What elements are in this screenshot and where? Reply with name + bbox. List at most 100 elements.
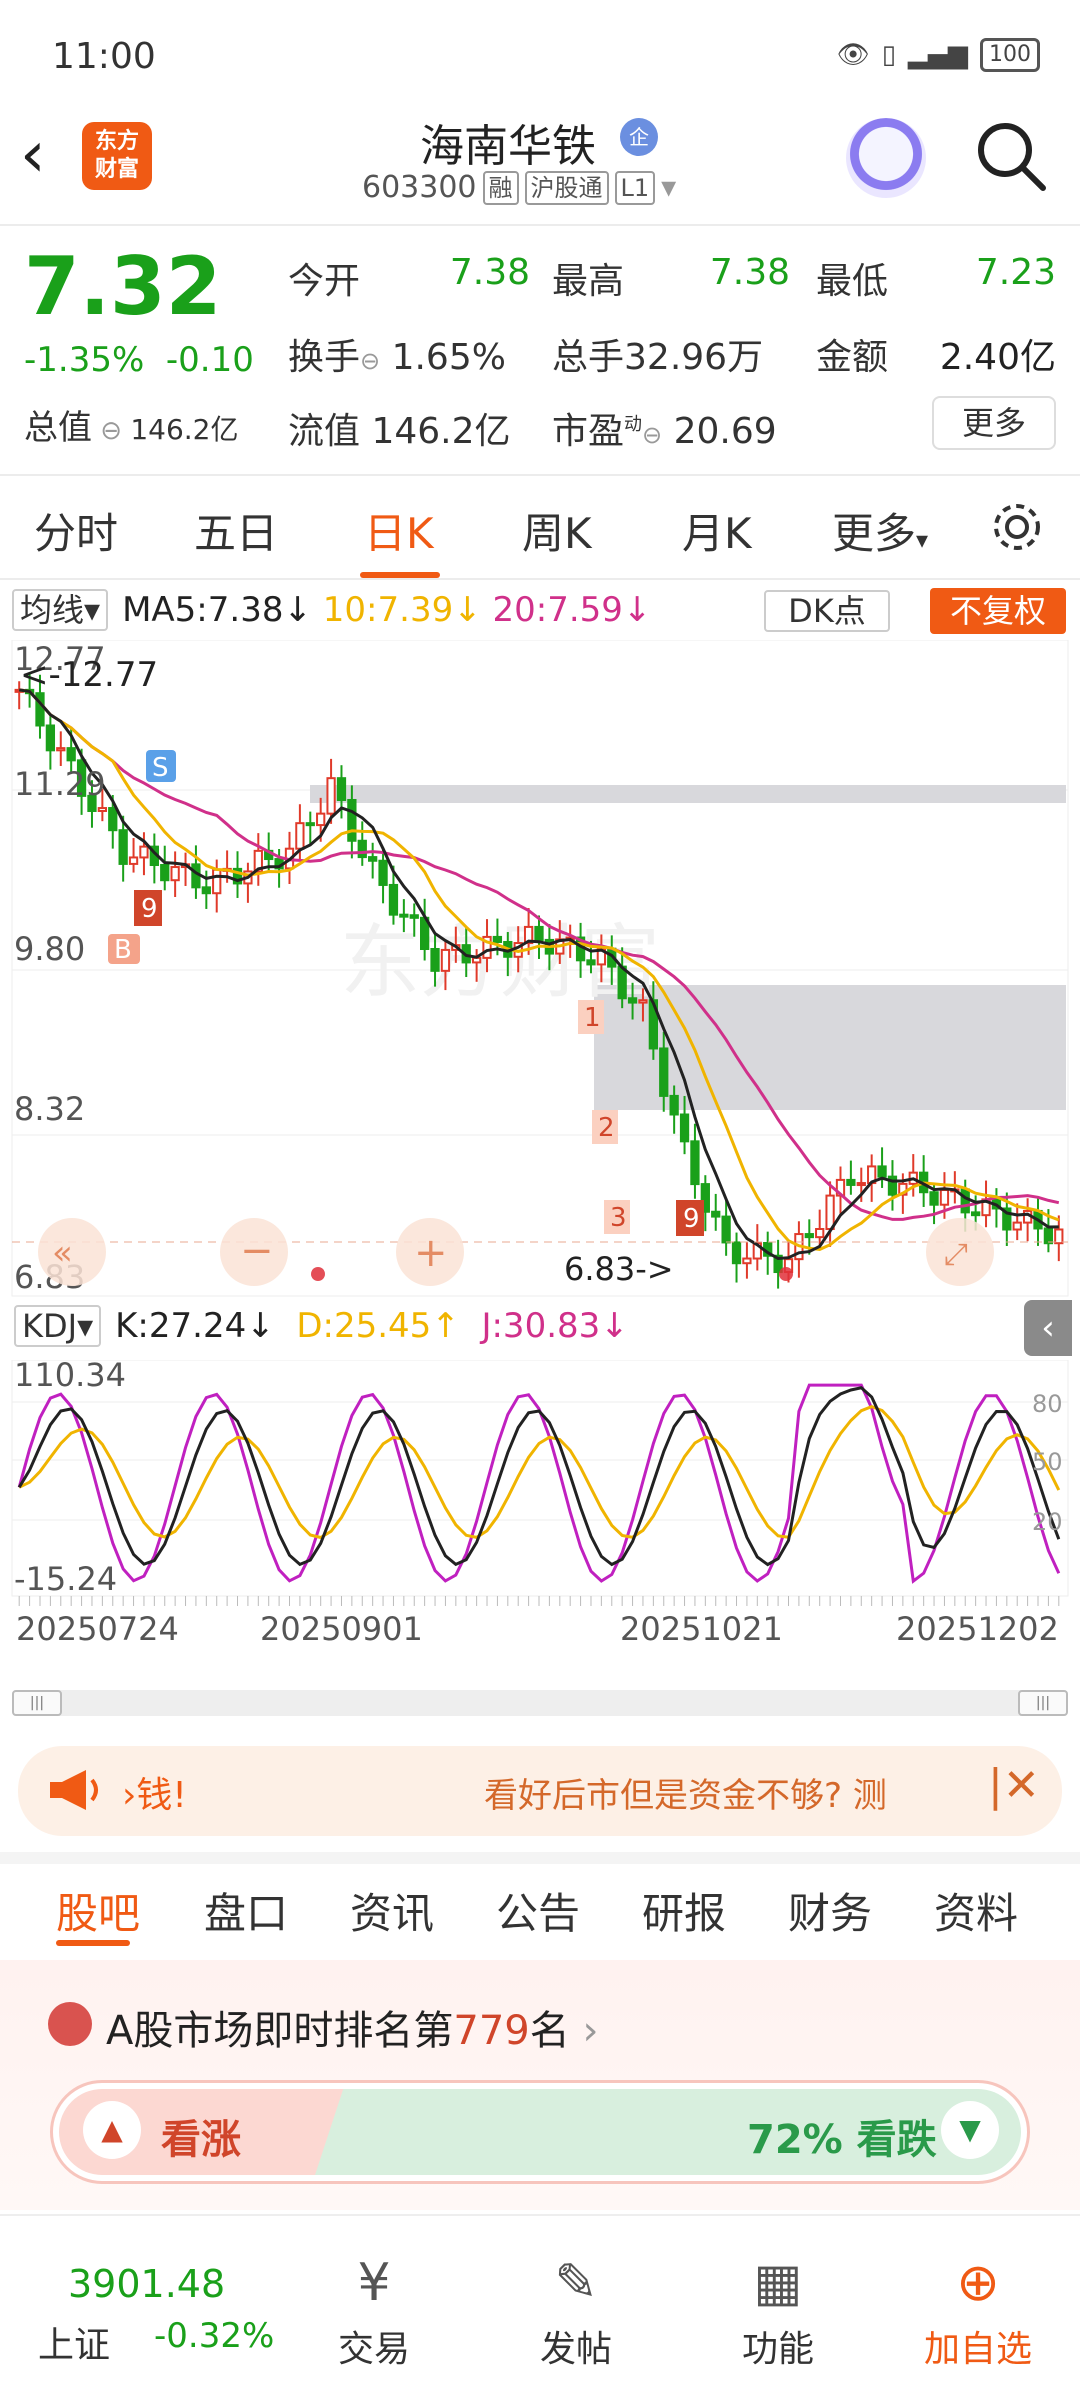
low-label: 最低 (816, 261, 889, 302)
dk-point-button[interactable]: DK点 (764, 590, 890, 632)
candle-body (492, 935, 503, 943)
kdj-selector[interactable]: KDJ▾ (14, 1305, 102, 1347)
ma5-value: MA5:7.38↓ (122, 590, 312, 630)
candle-body (856, 1182, 866, 1187)
nav-function[interactable]: ▦ 功能 (718, 2252, 838, 2372)
nav-trade-label: 交易 (337, 2329, 410, 2370)
promo-banner[interactable]: ›钱! 看好后市但是资金不够? 测 |✕ (18, 1746, 1062, 1836)
status-time: 11:00 (52, 36, 156, 77)
vote-up-label: 看涨 (161, 2117, 241, 2163)
close-icon[interactable]: |✕ (988, 1760, 1040, 1811)
scroll-handle-right[interactable]: ||| (1018, 1690, 1068, 1716)
candle-body (1043, 1227, 1054, 1245)
settings-gear-icon[interactable] (990, 500, 1044, 554)
event-dot (311, 1267, 325, 1281)
y-tick-label: 8.32 (14, 1090, 85, 1128)
tab-pankou[interactable]: 盘口 (204, 1880, 288, 1941)
indicator-selector[interactable]: 均线▾ (12, 589, 109, 631)
app-logo: 东方 财富 (82, 122, 152, 190)
tab-announcement[interactable]: 公告 (496, 1880, 580, 1941)
candle-body (742, 1257, 752, 1265)
index-change[interactable]: -0.32% (154, 2316, 274, 2356)
divider (0, 1852, 1080, 1864)
candle-body (669, 1094, 679, 1116)
max-price-label: <-12.77 (20, 655, 158, 695)
edit-icon: ✎ (554, 2253, 598, 2313)
buy-signal-label: B (114, 935, 132, 965)
tab-guba[interactable]: 股吧 (56, 1880, 140, 1941)
nav-add-watchlist[interactable]: ⊕ 加自选 (918, 2252, 1038, 2372)
float-value: 流值 146.2亿 (288, 402, 511, 454)
nav-function-label: 功能 (741, 2329, 814, 2370)
candle-body (305, 822, 315, 827)
index-name[interactable]: 上证 (38, 2316, 110, 2368)
kline-chart[interactable]: 东方财富 12.77 11.29 9.80 8.32 6.83 <-12.77 … (0, 640, 1080, 1300)
candle-body (430, 948, 440, 972)
divider (0, 224, 1080, 226)
candle-body (118, 829, 128, 865)
more-button[interactable]: 更多 (932, 396, 1056, 450)
tab-finance[interactable]: 财务 (788, 1880, 872, 1941)
triangle-down-icon[interactable]: ▼ (941, 2101, 999, 2159)
candle-body (690, 1140, 700, 1186)
last-price: 7.32 (24, 240, 222, 333)
adjust-button[interactable]: 不复权 (930, 588, 1066, 634)
eye-icon: 👁 (836, 40, 870, 70)
back-button[interactable]: ‹ (20, 122, 70, 192)
tab-daily-k[interactable]: 日K (364, 500, 434, 561)
pe-sup: 动 (624, 414, 643, 435)
kdj-right-tick: 50 (1032, 1448, 1063, 1476)
kdj-chart[interactable]: 110.34 -15.24 80 50 20 (0, 1360, 1080, 1610)
stock-name: 海南华铁 (420, 121, 596, 172)
index-value[interactable]: 3901.48 (68, 2262, 225, 2306)
chevron-down-icon[interactable]: ▾ (661, 170, 676, 205)
low-value: 7.23 (975, 252, 1056, 293)
ma10-value: 10:7.39↓ (322, 590, 482, 630)
candle-body (160, 864, 170, 882)
chart-scrollbar[interactable]: ||| ||| (12, 1690, 1068, 1716)
x-minor-ticks (18, 1596, 1060, 1606)
kdj-right-tick: 20 (1032, 1508, 1063, 1536)
candle-body (128, 856, 139, 865)
float-label: 流值 (288, 411, 361, 452)
change-pct: -1.35% (24, 340, 145, 380)
bottom-nav: 3901.48 上证 -0.32% ¥ 交易 ✎ 发帖 ▦ 功能 ⊕ 加自选 (0, 2214, 1080, 2388)
kdj-legend: KDJ▾ K:27.24↓ D:25.45↑ J:30.83↓ (14, 1302, 629, 1350)
info-icon: ⊖ (360, 347, 381, 375)
j-value: J:30.83↓ (481, 1306, 629, 1346)
triangle-up-icon[interactable]: ▲ (83, 2101, 141, 2159)
nav-post-label: 发帖 (539, 2329, 612, 2370)
stock-code: 603300 (362, 170, 477, 205)
ma20-value: 20:7.59↓ (492, 590, 652, 630)
tab-research[interactable]: 研报 (642, 1880, 726, 1941)
tab-more-label: 更多 (832, 509, 917, 558)
tab-intraday[interactable]: 分时 (34, 500, 118, 561)
nav-trade[interactable]: ¥ 交易 (314, 2252, 434, 2372)
collapse-panel-button[interactable]: ‹ (1024, 1300, 1072, 1356)
rank-text[interactable]: A股市场即时排名第779名 › (106, 1998, 598, 2056)
candle-body (721, 1215, 731, 1244)
count-label: 1 (584, 1003, 601, 1033)
assistant-avatar[interactable] (846, 118, 926, 198)
enterprise-badge: 企 (620, 118, 658, 156)
tab-weekly-k[interactable]: 周K (522, 500, 592, 561)
grid-icon: ▦ (753, 2253, 803, 2313)
active-tab-indicator (56, 1940, 130, 1946)
high-value: 7.38 (709, 252, 790, 293)
tab-more[interactable]: 更多▾ (832, 500, 928, 561)
tab-profile[interactable]: 资料 (934, 1880, 1018, 1941)
tab-monthly-k[interactable]: 月K (682, 500, 752, 561)
search-icon[interactable] (975, 120, 1047, 192)
tab-news[interactable]: 资讯 (350, 1880, 434, 1941)
scroll-handle-left[interactable]: ||| (12, 1690, 62, 1716)
event-dot (779, 1267, 793, 1281)
nav-post[interactable]: ✎ 发帖 (516, 2252, 636, 2372)
tab-five-day[interactable]: 五日 (194, 500, 278, 561)
candle-body (399, 913, 409, 918)
candle-body (846, 1178, 856, 1186)
price-change: -1.35% -0.10 (24, 340, 254, 380)
status-bar: 11:00 👁 ▯ ▂▄▆ 100 (0, 0, 1080, 110)
candle-body (731, 1241, 742, 1265)
plus-icon: + (414, 1230, 448, 1276)
candle-body (347, 798, 357, 842)
